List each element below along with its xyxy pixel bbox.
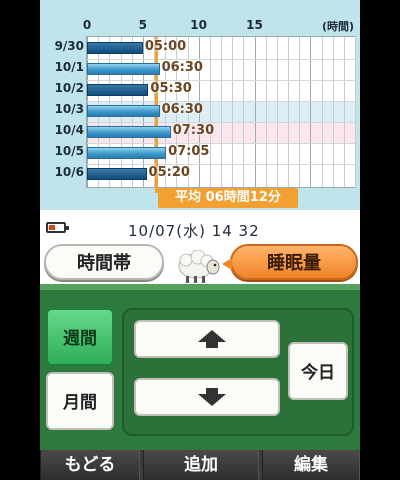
edit-button[interactable]: 編集 — [262, 450, 360, 480]
sleep-duration-label: 05:30 — [150, 81, 192, 96]
sleep-duration-label: 07:30 — [172, 123, 215, 138]
previous-button[interactable] — [134, 320, 280, 358]
date-label: 10/2 — [54, 81, 84, 95]
sleep-bar — [87, 42, 143, 54]
chart-area: 0 5 10 15 (時間) 9/30 10/1 10/2 10/3 10/4 10/5 10/6… — [40, 0, 360, 210]
footer-bar: もどる 追加 編集 — [40, 450, 360, 480]
today-button[interactable]: 今日 — [288, 342, 348, 400]
date-label: 9/30 — [54, 39, 84, 53]
x-tick-label: 0 — [82, 18, 92, 32]
grid-line — [87, 143, 355, 144]
sleep-bar — [87, 105, 160, 117]
x-tick-label: 15 — [246, 18, 263, 32]
grid-line — [87, 59, 355, 60]
add-button[interactable]: 追加 — [143, 450, 259, 480]
week-button[interactable]: 週間 — [46, 308, 114, 366]
x-tick-label: 5 — [138, 18, 148, 32]
info-strip: 10/07(水) 14 32 時間帯 睡眠量 — [40, 210, 360, 284]
sleep-chart-plot: 05:00 06:30 05:30 06:30 07:30 07:05 05:20 — [86, 36, 356, 193]
sleep-bar — [87, 63, 160, 75]
battery-low-icon — [46, 222, 69, 233]
sleep-duration-label: 06:30 — [161, 60, 203, 75]
sleep-duration-label: 05:00 — [144, 39, 187, 54]
sleep-duration-label: 06:30 — [161, 102, 203, 117]
month-button[interactable]: 月間 — [46, 372, 114, 430]
date-label: 10/3 — [54, 102, 84, 116]
grid-line — [87, 122, 355, 123]
average-sleep-label: 平均 06時間12分 — [158, 188, 298, 208]
date-label: 10/5 — [54, 144, 84, 158]
x-tick-label: 10 — [190, 18, 208, 32]
date-label: 10/4 — [54, 123, 84, 137]
arrow-down-icon — [198, 394, 226, 406]
grid-line — [87, 80, 355, 81]
app-screen: 0 5 10 15 (時間) 9/30 10/1 10/2 10/3 10/4 10/5 10/6… — [40, 0, 360, 480]
back-button[interactable]: もどる — [40, 450, 140, 480]
next-button[interactable] — [134, 378, 280, 416]
sleep-duration-label: 07:05 — [168, 144, 210, 159]
grid-line — [87, 164, 355, 165]
current-datetime: 10/07(水) 14 32 — [128, 222, 260, 240]
date-label: 10/6 — [54, 165, 84, 179]
sleep-duration-label: 05:20 — [148, 165, 190, 180]
sleep-bar — [87, 84, 149, 96]
control-area: 週間 月間 今日 — [40, 290, 360, 450]
x-axis-unit: (時間) — [321, 20, 354, 33]
date-label: 10/1 — [54, 60, 84, 74]
timeband-button[interactable]: 時間帯 — [44, 244, 164, 280]
sleep-bar — [87, 126, 171, 138]
sleep-amount-button[interactable]: 睡眠量 — [222, 244, 358, 280]
sleep-bar — [87, 147, 167, 159]
grid-line — [87, 101, 355, 102]
arrow-up-icon — [198, 330, 226, 342]
sleep-bar — [87, 168, 147, 180]
sheep-icon — [178, 250, 220, 283]
grid-line — [355, 37, 356, 187]
